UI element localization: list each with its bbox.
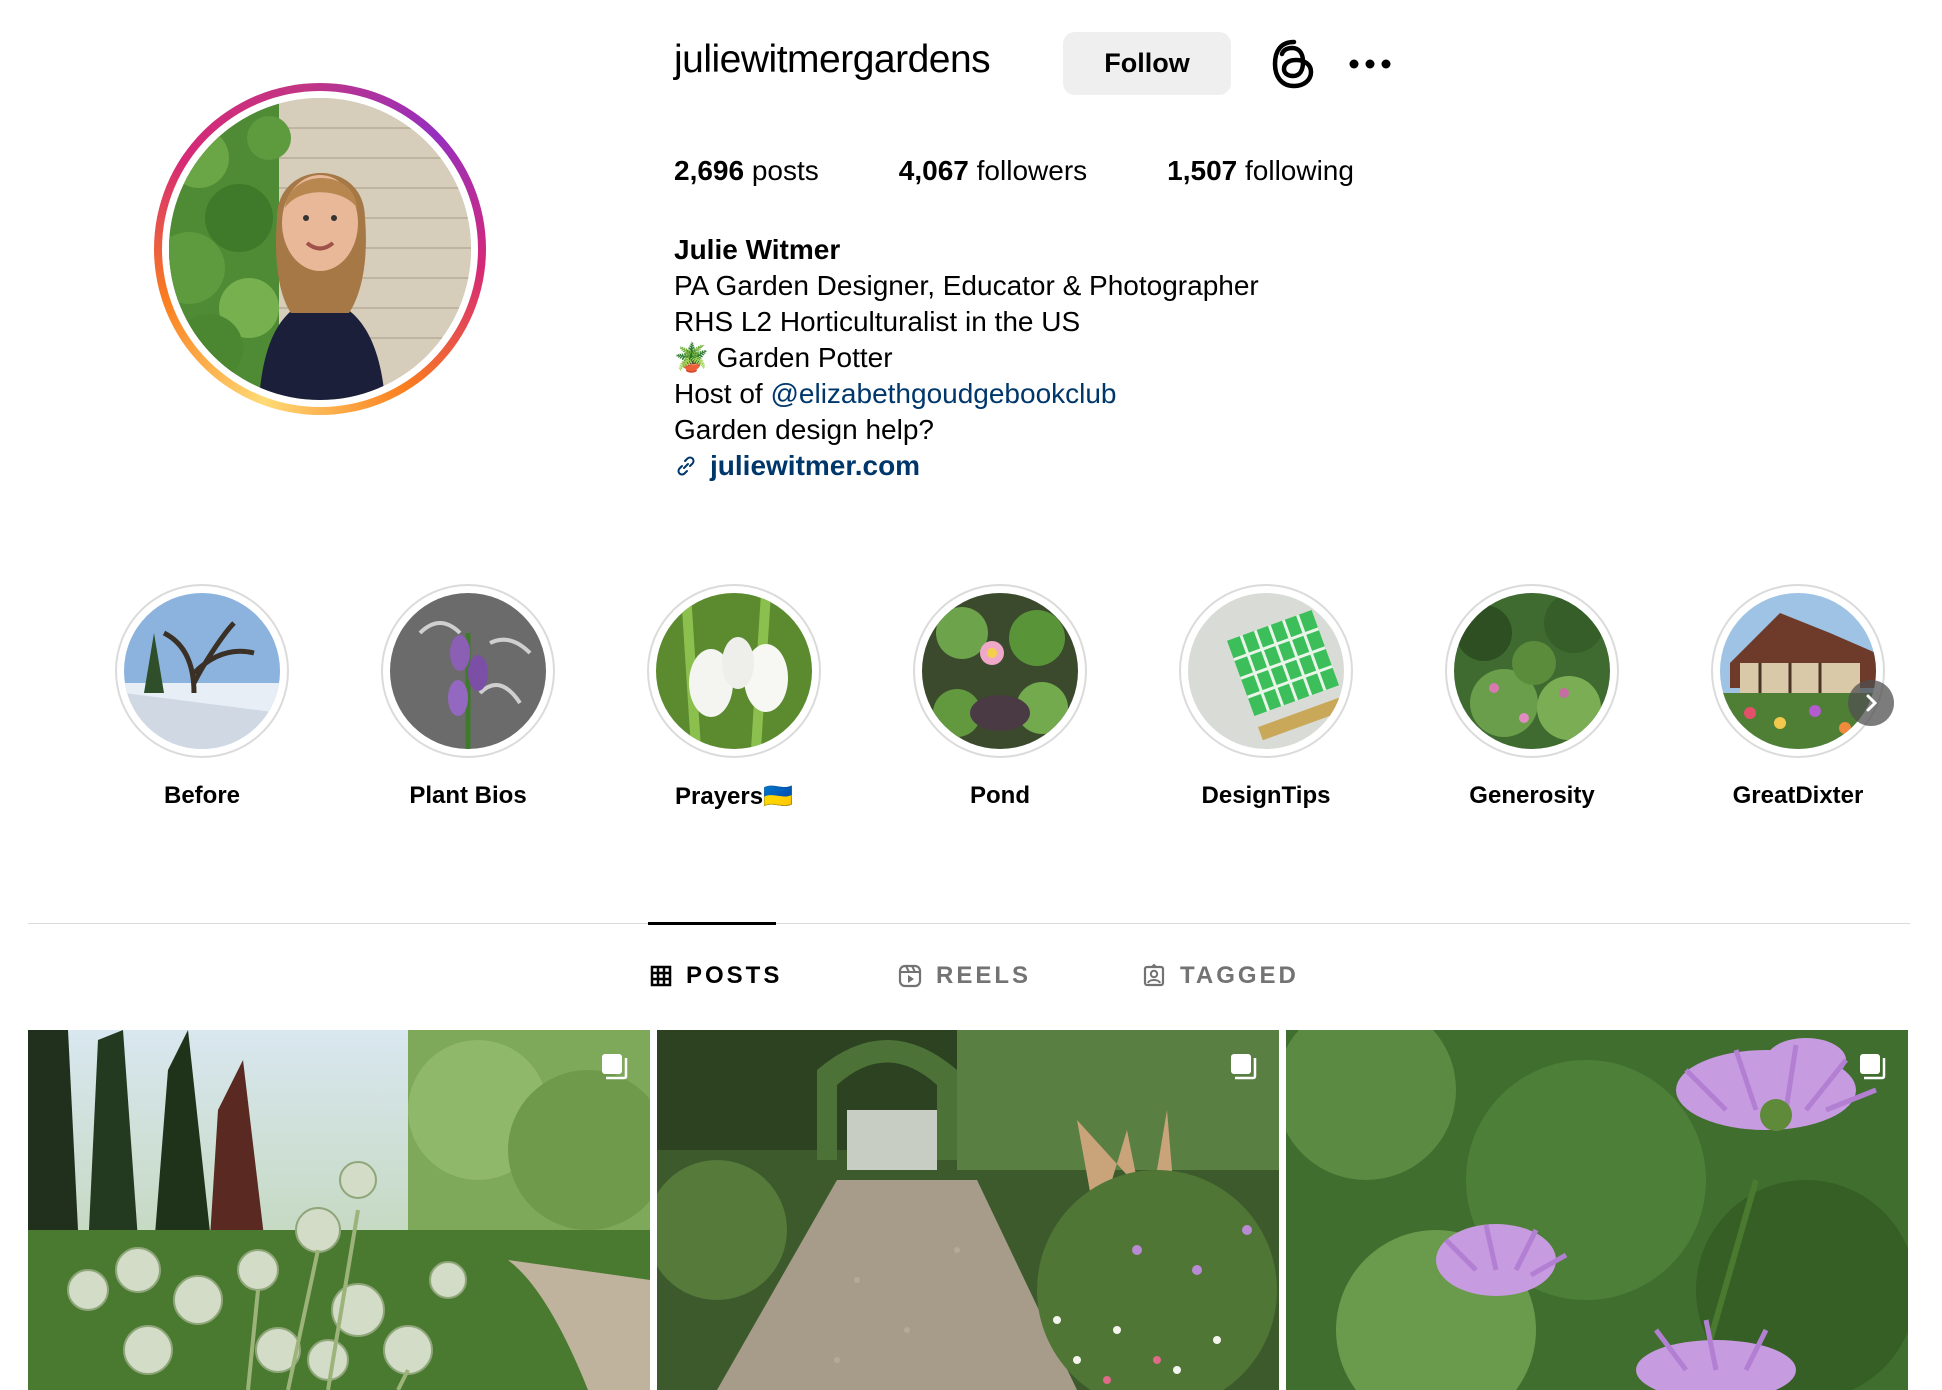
posts-count: 2,696 (674, 155, 745, 186)
highlight-label: DesignTips (1201, 782, 1331, 809)
tab-label: TAGGED (1180, 962, 1299, 989)
profile-username: juliewitmergardens (674, 38, 991, 81)
post-thumbnail[interactable] (28, 1030, 650, 1390)
profile-stats: 2,696 posts 4,067 followers 1,507 follow… (674, 155, 1434, 187)
tab-reels[interactable]: REELS (898, 962, 1031, 990)
highlights-next-button[interactable] (1848, 680, 1894, 726)
highlight-label: Plant Bios (409, 782, 527, 809)
active-tab-indicator (648, 922, 776, 925)
highlight-plant-bios[interactable]: Plant Bios (368, 584, 568, 810)
followers-stat[interactable]: 4,067 followers (899, 155, 1087, 187)
highlight-label: Generosity (1469, 782, 1595, 809)
grid-icon (650, 965, 672, 987)
avatar-inner (162, 91, 478, 407)
posts-label: posts (751, 155, 819, 186)
bio-line: Garden design help? (674, 414, 934, 445)
highlight-ring (1179, 584, 1353, 758)
highlight-thumbnail (124, 593, 280, 749)
carousel-icon (1860, 1054, 1886, 1080)
avatar-photo (169, 98, 471, 400)
tab-posts[interactable]: POSTS (650, 962, 782, 990)
highlight-ring (1711, 584, 1885, 758)
highlight-thumbnail (656, 593, 812, 749)
highlight-ring (647, 584, 821, 758)
following-label: following (1245, 155, 1354, 186)
post-image (1286, 1030, 1908, 1390)
highlight-thumbnail (1188, 593, 1344, 749)
highlight-thumbnail (922, 593, 1078, 749)
bio-mention-link[interactable]: @elizabethgoudgebookclub (770, 378, 1116, 409)
post-image (28, 1030, 650, 1390)
highlight-prayers[interactable]: Prayers🇺🇦 (634, 584, 834, 811)
tabs-divider (28, 923, 1910, 924)
profile-avatar-ring[interactable] (154, 83, 486, 415)
bio-host-prefix: Host of (674, 378, 771, 409)
more-options-icon[interactable] (1348, 52, 1392, 76)
post-thumbnail[interactable] (1286, 1030, 1908, 1390)
link-icon (677, 456, 695, 476)
highlight-label: Pond (970, 782, 1030, 809)
profile-website-link[interactable]: juliewitmer.com (674, 448, 1259, 484)
profile-bio: Julie Witmer PA Garden Designer, Educato… (674, 232, 1259, 484)
tab-label: REELS (936, 962, 1032, 989)
potted-plant-emoji: 🪴 (674, 342, 709, 373)
bio-line: 🪴 Garden Potter (674, 340, 1259, 376)
highlight-generosity[interactable]: Generosity (1432, 584, 1632, 810)
followers-label: followers (976, 155, 1088, 186)
follow-button[interactable]: Follow (1063, 32, 1231, 95)
following-stat[interactable]: 1,507 following (1167, 155, 1354, 187)
highlight-label: Prayers🇺🇦 (675, 783, 793, 810)
highlight-designtips[interactable]: DesignTips (1166, 584, 1366, 810)
bio-line: Host of @elizabethgoudgebookclub (674, 376, 1259, 412)
highlight-ring (381, 584, 555, 758)
highlight-before[interactable]: Before (102, 584, 302, 810)
tab-tagged[interactable]: TAGGED (1142, 962, 1299, 990)
highlight-label: GreatDixter (1732, 782, 1864, 809)
post-thumbnail[interactable] (657, 1030, 1279, 1390)
following-count: 1,507 (1167, 155, 1238, 186)
post-image (657, 1030, 1279, 1390)
highlight-pond[interactable]: Pond (900, 584, 1100, 810)
highlight-ring (1445, 584, 1619, 758)
highlight-thumbnail (1720, 593, 1876, 749)
bio-line: PA Garden Designer, Educator & Photograp… (674, 270, 1259, 301)
posts-stat: 2,696 posts (674, 155, 819, 187)
highlight-thumbnail (390, 593, 546, 749)
tagged-icon (1143, 964, 1165, 987)
tab-label: POSTS (686, 962, 783, 989)
bio-line: RHS L2 Horticulturalist in the US (674, 306, 1081, 337)
reels-icon (898, 964, 922, 988)
avatar[interactable] (169, 98, 471, 400)
highlight-ring (913, 584, 1087, 758)
carousel-icon (1231, 1054, 1257, 1080)
bio-line-text: Garden Potter (716, 342, 893, 373)
threads-icon[interactable] (1270, 38, 1318, 90)
story-highlights: Before Plant Bios Prayers🇺🇦 Pond DesignT… (100, 584, 1910, 814)
website-link-text: juliewitmer.com (710, 450, 921, 481)
followers-count: 4,067 (898, 155, 969, 186)
carousel-icon (602, 1054, 628, 1080)
highlight-label: Before (163, 782, 241, 809)
highlight-thumbnail (1454, 593, 1610, 749)
profile-full-name: Julie Witmer (674, 234, 841, 265)
chevron-right-icon (1866, 694, 1878, 712)
highlight-ring (115, 584, 289, 758)
